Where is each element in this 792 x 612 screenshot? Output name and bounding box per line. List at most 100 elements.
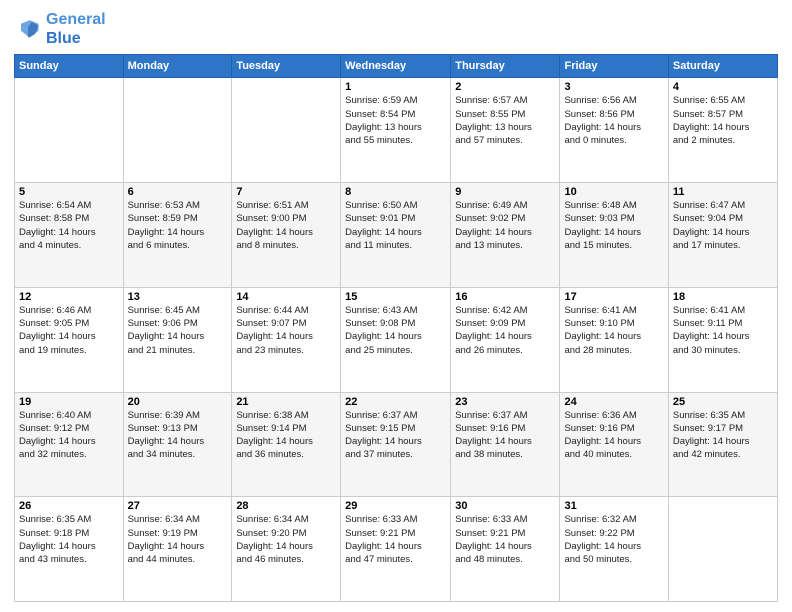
calendar-cell: 9Sunrise: 6:49 AM Sunset: 9:02 PM Daylig…	[451, 183, 560, 288]
calendar-table: SundayMondayTuesdayWednesdayThursdayFrid…	[14, 54, 778, 602]
calendar-row: 1Sunrise: 6:59 AM Sunset: 8:54 PM Daylig…	[15, 78, 778, 183]
day-info: Sunrise: 6:39 AM Sunset: 9:13 PM Dayligh…	[128, 409, 228, 462]
calendar-cell: 4Sunrise: 6:55 AM Sunset: 8:57 PM Daylig…	[668, 78, 777, 183]
day-info: Sunrise: 6:38 AM Sunset: 9:14 PM Dayligh…	[236, 409, 336, 462]
day-info: Sunrise: 6:42 AM Sunset: 9:09 PM Dayligh…	[455, 304, 555, 357]
calendar-cell: 6Sunrise: 6:53 AM Sunset: 8:59 PM Daylig…	[123, 183, 232, 288]
day-number: 27	[128, 500, 228, 512]
calendar-cell: 31Sunrise: 6:32 AM Sunset: 9:22 PM Dayli…	[560, 497, 668, 602]
day-info: Sunrise: 6:51 AM Sunset: 9:00 PM Dayligh…	[236, 199, 336, 252]
day-number: 3	[564, 81, 663, 93]
calendar-cell	[232, 78, 341, 183]
calendar-cell: 14Sunrise: 6:44 AM Sunset: 9:07 PM Dayli…	[232, 287, 341, 392]
day-info: Sunrise: 6:32 AM Sunset: 9:22 PM Dayligh…	[564, 513, 663, 566]
day-number: 4	[673, 81, 773, 93]
calendar-cell: 19Sunrise: 6:40 AM Sunset: 9:12 PM Dayli…	[15, 392, 124, 497]
calendar-cell: 8Sunrise: 6:50 AM Sunset: 9:01 PM Daylig…	[341, 183, 451, 288]
day-number: 13	[128, 291, 228, 303]
day-info: Sunrise: 6:57 AM Sunset: 8:55 PM Dayligh…	[455, 94, 555, 147]
calendar-cell: 13Sunrise: 6:45 AM Sunset: 9:06 PM Dayli…	[123, 287, 232, 392]
calendar-cell	[15, 78, 124, 183]
calendar-cell: 15Sunrise: 6:43 AM Sunset: 9:08 PM Dayli…	[341, 287, 451, 392]
day-number: 16	[455, 291, 555, 303]
day-info: Sunrise: 6:54 AM Sunset: 8:58 PM Dayligh…	[19, 199, 119, 252]
day-number: 5	[19, 186, 119, 198]
day-info: Sunrise: 6:59 AM Sunset: 8:54 PM Dayligh…	[345, 94, 446, 147]
calendar-cell: 26Sunrise: 6:35 AM Sunset: 9:18 PM Dayli…	[15, 497, 124, 602]
calendar-cell: 2Sunrise: 6:57 AM Sunset: 8:55 PM Daylig…	[451, 78, 560, 183]
day-info: Sunrise: 6:49 AM Sunset: 9:02 PM Dayligh…	[455, 199, 555, 252]
day-info: Sunrise: 6:48 AM Sunset: 9:03 PM Dayligh…	[564, 199, 663, 252]
day-number: 28	[236, 500, 336, 512]
calendar-row: 26Sunrise: 6:35 AM Sunset: 9:18 PM Dayli…	[15, 497, 778, 602]
calendar-cell: 16Sunrise: 6:42 AM Sunset: 9:09 PM Dayli…	[451, 287, 560, 392]
day-number: 21	[236, 396, 336, 408]
day-info: Sunrise: 6:34 AM Sunset: 9:19 PM Dayligh…	[128, 513, 228, 566]
day-info: Sunrise: 6:33 AM Sunset: 9:21 PM Dayligh…	[455, 513, 555, 566]
day-info: Sunrise: 6:41 AM Sunset: 9:10 PM Dayligh…	[564, 304, 663, 357]
day-number: 9	[455, 186, 555, 198]
calendar-row: 19Sunrise: 6:40 AM Sunset: 9:12 PM Dayli…	[15, 392, 778, 497]
calendar-row: 5Sunrise: 6:54 AM Sunset: 8:58 PM Daylig…	[15, 183, 778, 288]
day-info: Sunrise: 6:34 AM Sunset: 9:20 PM Dayligh…	[236, 513, 336, 566]
day-number: 14	[236, 291, 336, 303]
calendar-cell: 30Sunrise: 6:33 AM Sunset: 9:21 PM Dayli…	[451, 497, 560, 602]
calendar-row: 12Sunrise: 6:46 AM Sunset: 9:05 PM Dayli…	[15, 287, 778, 392]
logo-icon	[14, 15, 42, 43]
day-info: Sunrise: 6:56 AM Sunset: 8:56 PM Dayligh…	[564, 94, 663, 147]
header-day: Sunday	[15, 55, 124, 78]
calendar-cell: 24Sunrise: 6:36 AM Sunset: 9:16 PM Dayli…	[560, 392, 668, 497]
day-number: 8	[345, 186, 446, 198]
day-number: 1	[345, 81, 446, 93]
header-day: Friday	[560, 55, 668, 78]
calendar-cell: 22Sunrise: 6:37 AM Sunset: 9:15 PM Dayli…	[341, 392, 451, 497]
day-number: 6	[128, 186, 228, 198]
header-row: SundayMondayTuesdayWednesdayThursdayFrid…	[15, 55, 778, 78]
day-number: 18	[673, 291, 773, 303]
calendar-cell: 18Sunrise: 6:41 AM Sunset: 9:11 PM Dayli…	[668, 287, 777, 392]
day-number: 26	[19, 500, 119, 512]
day-info: Sunrise: 6:47 AM Sunset: 9:04 PM Dayligh…	[673, 199, 773, 252]
day-number: 17	[564, 291, 663, 303]
calendar-header: SundayMondayTuesdayWednesdayThursdayFrid…	[15, 55, 778, 78]
calendar-cell: 11Sunrise: 6:47 AM Sunset: 9:04 PM Dayli…	[668, 183, 777, 288]
day-number: 23	[455, 396, 555, 408]
day-info: Sunrise: 6:35 AM Sunset: 9:18 PM Dayligh…	[19, 513, 119, 566]
day-info: Sunrise: 6:50 AM Sunset: 9:01 PM Dayligh…	[345, 199, 446, 252]
calendar-cell: 25Sunrise: 6:35 AM Sunset: 9:17 PM Dayli…	[668, 392, 777, 497]
day-info: Sunrise: 6:44 AM Sunset: 9:07 PM Dayligh…	[236, 304, 336, 357]
logo: General Blue	[14, 10, 106, 48]
calendar-cell: 28Sunrise: 6:34 AM Sunset: 9:20 PM Dayli…	[232, 497, 341, 602]
day-number: 22	[345, 396, 446, 408]
calendar-cell: 10Sunrise: 6:48 AM Sunset: 9:03 PM Dayli…	[560, 183, 668, 288]
calendar-cell: 29Sunrise: 6:33 AM Sunset: 9:21 PM Dayli…	[341, 497, 451, 602]
header: General Blue	[14, 10, 778, 48]
day-info: Sunrise: 6:45 AM Sunset: 9:06 PM Dayligh…	[128, 304, 228, 357]
header-day: Tuesday	[232, 55, 341, 78]
day-number: 7	[236, 186, 336, 198]
day-info: Sunrise: 6:43 AM Sunset: 9:08 PM Dayligh…	[345, 304, 446, 357]
day-number: 31	[564, 500, 663, 512]
day-info: Sunrise: 6:41 AM Sunset: 9:11 PM Dayligh…	[673, 304, 773, 357]
page: General Blue SundayMondayTuesdayWednesda…	[0, 0, 792, 612]
calendar-cell: 12Sunrise: 6:46 AM Sunset: 9:05 PM Dayli…	[15, 287, 124, 392]
calendar-cell: 3Sunrise: 6:56 AM Sunset: 8:56 PM Daylig…	[560, 78, 668, 183]
header-day: Thursday	[451, 55, 560, 78]
day-info: Sunrise: 6:53 AM Sunset: 8:59 PM Dayligh…	[128, 199, 228, 252]
day-number: 15	[345, 291, 446, 303]
calendar-body: 1Sunrise: 6:59 AM Sunset: 8:54 PM Daylig…	[15, 78, 778, 602]
calendar-cell	[123, 78, 232, 183]
day-info: Sunrise: 6:36 AM Sunset: 9:16 PM Dayligh…	[564, 409, 663, 462]
day-number: 11	[673, 186, 773, 198]
day-number: 29	[345, 500, 446, 512]
day-info: Sunrise: 6:33 AM Sunset: 9:21 PM Dayligh…	[345, 513, 446, 566]
header-day: Wednesday	[341, 55, 451, 78]
header-day: Saturday	[668, 55, 777, 78]
day-info: Sunrise: 6:35 AM Sunset: 9:17 PM Dayligh…	[673, 409, 773, 462]
day-info: Sunrise: 6:46 AM Sunset: 9:05 PM Dayligh…	[19, 304, 119, 357]
day-info: Sunrise: 6:55 AM Sunset: 8:57 PM Dayligh…	[673, 94, 773, 147]
calendar-cell: 5Sunrise: 6:54 AM Sunset: 8:58 PM Daylig…	[15, 183, 124, 288]
calendar-cell	[668, 497, 777, 602]
day-number: 10	[564, 186, 663, 198]
day-number: 24	[564, 396, 663, 408]
